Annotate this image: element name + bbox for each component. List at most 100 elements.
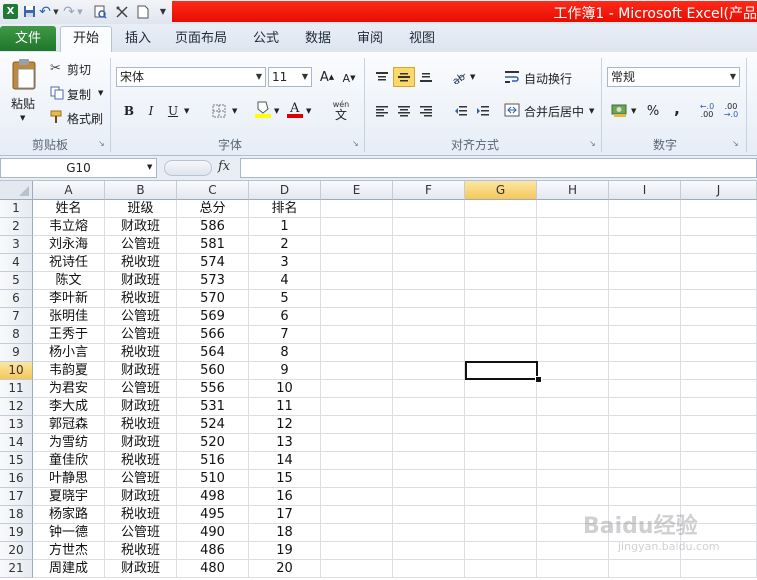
- row-header-21[interactable]: 21: [0, 560, 33, 578]
- cell-E14[interactable]: [321, 434, 393, 452]
- chevron-down-icon[interactable]: ▼: [730, 68, 736, 86]
- align-left-icon[interactable]: [371, 101, 393, 121]
- cell-G14[interactable]: [465, 434, 537, 452]
- cell-F12[interactable]: [393, 398, 465, 416]
- cell-I10[interactable]: [609, 362, 681, 380]
- cell-D1[interactable]: 排名: [249, 200, 321, 218]
- row-header-7[interactable]: 7: [0, 308, 33, 326]
- cut-icon[interactable]: ✂: [50, 61, 61, 76]
- copy-icon[interactable]: [50, 86, 64, 103]
- column-header-J[interactable]: J: [681, 181, 757, 200]
- insert-function-icon[interactable]: fx: [218, 159, 230, 174]
- cell-A9[interactable]: 杨小言: [33, 344, 105, 362]
- cell-I13[interactable]: [609, 416, 681, 434]
- formula-input[interactable]: [240, 158, 757, 178]
- cell-G16[interactable]: [465, 470, 537, 488]
- customize-qat-icon[interactable]: ▼: [158, 3, 168, 20]
- cell-A1[interactable]: 姓名: [33, 200, 105, 218]
- cell-B18[interactable]: 税收班: [105, 506, 177, 524]
- cell-G20[interactable]: [465, 542, 537, 560]
- format-painter-button[interactable]: 格式刷: [67, 110, 103, 127]
- cell-C19[interactable]: 490: [177, 524, 249, 542]
- cell-C16[interactable]: 510: [177, 470, 249, 488]
- cell-E1[interactable]: [321, 200, 393, 218]
- cell-B8[interactable]: 公管班: [105, 326, 177, 344]
- cell-J4[interactable]: [681, 254, 757, 272]
- cell-D15[interactable]: 14: [249, 452, 321, 470]
- cell-F13[interactable]: [393, 416, 465, 434]
- cell-C3[interactable]: 581: [177, 236, 249, 254]
- cell-B21[interactable]: 财政班: [105, 560, 177, 578]
- cell-C13[interactable]: 524: [177, 416, 249, 434]
- fill-handle[interactable]: [535, 376, 542, 383]
- borders-icon[interactable]: [208, 101, 230, 121]
- cell-G7[interactable]: [465, 308, 537, 326]
- cell-E9[interactable]: [321, 344, 393, 362]
- font-size-combo[interactable]: 11 ▼: [268, 67, 312, 87]
- cell-B20[interactable]: 税收班: [105, 542, 177, 560]
- paste-dropdown-icon[interactable]: ▼: [20, 114, 25, 122]
- cell-E19[interactable]: [321, 524, 393, 542]
- merge-dropdown-icon[interactable]: ▼: [589, 107, 594, 115]
- cell-D16[interactable]: 15: [249, 470, 321, 488]
- cell-H9[interactable]: [537, 344, 609, 362]
- cell-G19[interactable]: [465, 524, 537, 542]
- cell-H1[interactable]: [537, 200, 609, 218]
- number-format-combo[interactable]: 常规 ▼: [607, 67, 740, 87]
- row-header-17[interactable]: 17: [0, 488, 33, 506]
- cell-E8[interactable]: [321, 326, 393, 344]
- increase-decimal-icon[interactable]: ←.0.00: [696, 101, 718, 121]
- cell-A7[interactable]: 张明佳: [33, 308, 105, 326]
- tab-home[interactable]: 开始: [60, 26, 112, 53]
- cell-F8[interactable]: [393, 326, 465, 344]
- cell-G6[interactable]: [465, 290, 537, 308]
- cell-H12[interactable]: [537, 398, 609, 416]
- tab-page-layout[interactable]: 页面布局: [170, 28, 232, 50]
- column-header-C[interactable]: C: [177, 181, 249, 200]
- cell-F5[interactable]: [393, 272, 465, 290]
- bold-button[interactable]: B: [118, 101, 140, 121]
- row-header-12[interactable]: 12: [0, 398, 33, 416]
- print-preview-icon[interactable]: [92, 3, 108, 20]
- cell-B7[interactable]: 公管班: [105, 308, 177, 326]
- cell-H5[interactable]: [537, 272, 609, 290]
- cell-I6[interactable]: [609, 290, 681, 308]
- column-header-I[interactable]: I: [609, 181, 681, 200]
- cell-B19[interactable]: 公管班: [105, 524, 177, 542]
- cell-B6[interactable]: 税收班: [105, 290, 177, 308]
- cell-F16[interactable]: [393, 470, 465, 488]
- cell-E5[interactable]: [321, 272, 393, 290]
- row-header-5[interactable]: 5: [0, 272, 33, 290]
- row-header-18[interactable]: 18: [0, 506, 33, 524]
- cell-G2[interactable]: [465, 218, 537, 236]
- save-icon[interactable]: [22, 3, 36, 20]
- row-header-8[interactable]: 8: [0, 326, 33, 344]
- cell-B15[interactable]: 税收班: [105, 452, 177, 470]
- cell-G5[interactable]: [465, 272, 537, 290]
- cell-I7[interactable]: [609, 308, 681, 326]
- redo-dropdown-icon[interactable]: ▼: [76, 3, 84, 20]
- wrap-text-button[interactable]: 自动换行: [524, 70, 572, 87]
- cell-D20[interactable]: 19: [249, 542, 321, 560]
- cell-B5[interactable]: 财政班: [105, 272, 177, 290]
- cell-D19[interactable]: 18: [249, 524, 321, 542]
- cell-A10[interactable]: 韦韵夏: [33, 362, 105, 380]
- cell-E15[interactable]: [321, 452, 393, 470]
- grow-font-button[interactable]: A ▲: [316, 67, 338, 87]
- cell-J1[interactable]: [681, 200, 757, 218]
- cell-H13[interactable]: [537, 416, 609, 434]
- row-header-13[interactable]: 13: [0, 416, 33, 434]
- cell-D11[interactable]: 10: [249, 380, 321, 398]
- cell-B10[interactable]: 财政班: [105, 362, 177, 380]
- copy-dropdown-icon[interactable]: ▼: [98, 89, 103, 97]
- cell-C9[interactable]: 564: [177, 344, 249, 362]
- row-header-4[interactable]: 4: [0, 254, 33, 272]
- cell-C5[interactable]: 573: [177, 272, 249, 290]
- cell-D5[interactable]: 4: [249, 272, 321, 290]
- cell-J14[interactable]: [681, 434, 757, 452]
- cell-C15[interactable]: 516: [177, 452, 249, 470]
- name-box[interactable]: G10: [0, 158, 157, 178]
- cell-F1[interactable]: [393, 200, 465, 218]
- cell-J8[interactable]: [681, 326, 757, 344]
- cell-H10[interactable]: [537, 362, 609, 380]
